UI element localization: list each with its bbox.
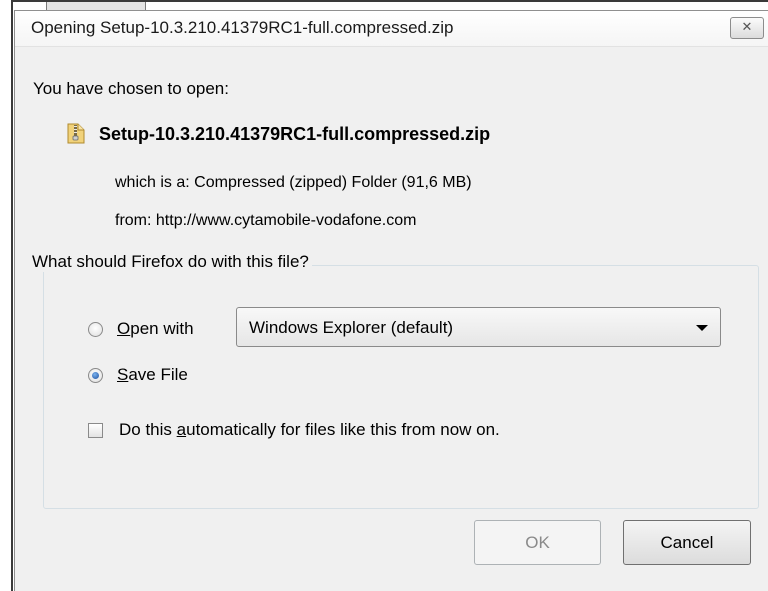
chevron-down-icon [696, 325, 708, 331]
auto-action-text-pre: Do this [119, 420, 177, 439]
open-with-accel: O [117, 319, 131, 338]
zip-folder-icon [67, 123, 85, 144]
open-with-label[interactable]: Open with [117, 319, 194, 339]
save-file-radio[interactable] [88, 368, 103, 383]
file-type-label: which is a: [115, 174, 190, 191]
open-with-text: pen with [130, 319, 194, 338]
auto-action-label[interactable]: Do this automatically for files like thi… [119, 420, 500, 440]
auto-action-accel: a [176, 420, 187, 439]
file-type-value: Compressed (zipped) Folder (91,6 MB) [194, 174, 472, 191]
file-type-row: which is a: Compressed (zipped) Folder (… [115, 174, 472, 192]
cancel-button[interactable]: Cancel [623, 520, 751, 565]
action-group-legend: What should Firefox do with this file? [29, 252, 312, 272]
auto-action-text-post: utomatically for files like this from no… [186, 420, 500, 439]
open-prompt: You have chosen to open: [33, 79, 229, 98]
action-groupbox [43, 265, 759, 509]
application-dropdown[interactable]: Windows Explorer (default) [236, 307, 721, 347]
close-button[interactable]: ✕ [730, 17, 764, 39]
file-source-label: from: [115, 212, 152, 229]
file-source-value: http://www.cytamobile-vodafone.com [155, 212, 417, 229]
save-file-text: ave File [128, 365, 188, 384]
open-with-radio[interactable] [88, 322, 103, 337]
title-bar: Opening Setup-10.3.210.41379RC1-full.com… [15, 11, 768, 47]
save-file-label[interactable]: Save File [117, 365, 188, 385]
file-name: Setup-10.3.210.41379RC1-full.compressed.… [99, 124, 491, 144]
dialog-title: Opening Setup-10.3.210.41379RC1-full.com… [31, 18, 454, 37]
file-source-row: from: http://www.cytamobile-vodafone.com [115, 212, 416, 230]
auto-action-checkbox[interactable] [88, 423, 103, 438]
download-dialog: Opening Setup-10.3.210.41379RC1-full.com… [14, 10, 768, 591]
close-icon: ✕ [741, 20, 753, 35]
ok-button[interactable]: OK [474, 520, 601, 565]
save-file-accel: S [117, 365, 129, 384]
application-dropdown-value: Windows Explorer (default) [249, 318, 454, 337]
